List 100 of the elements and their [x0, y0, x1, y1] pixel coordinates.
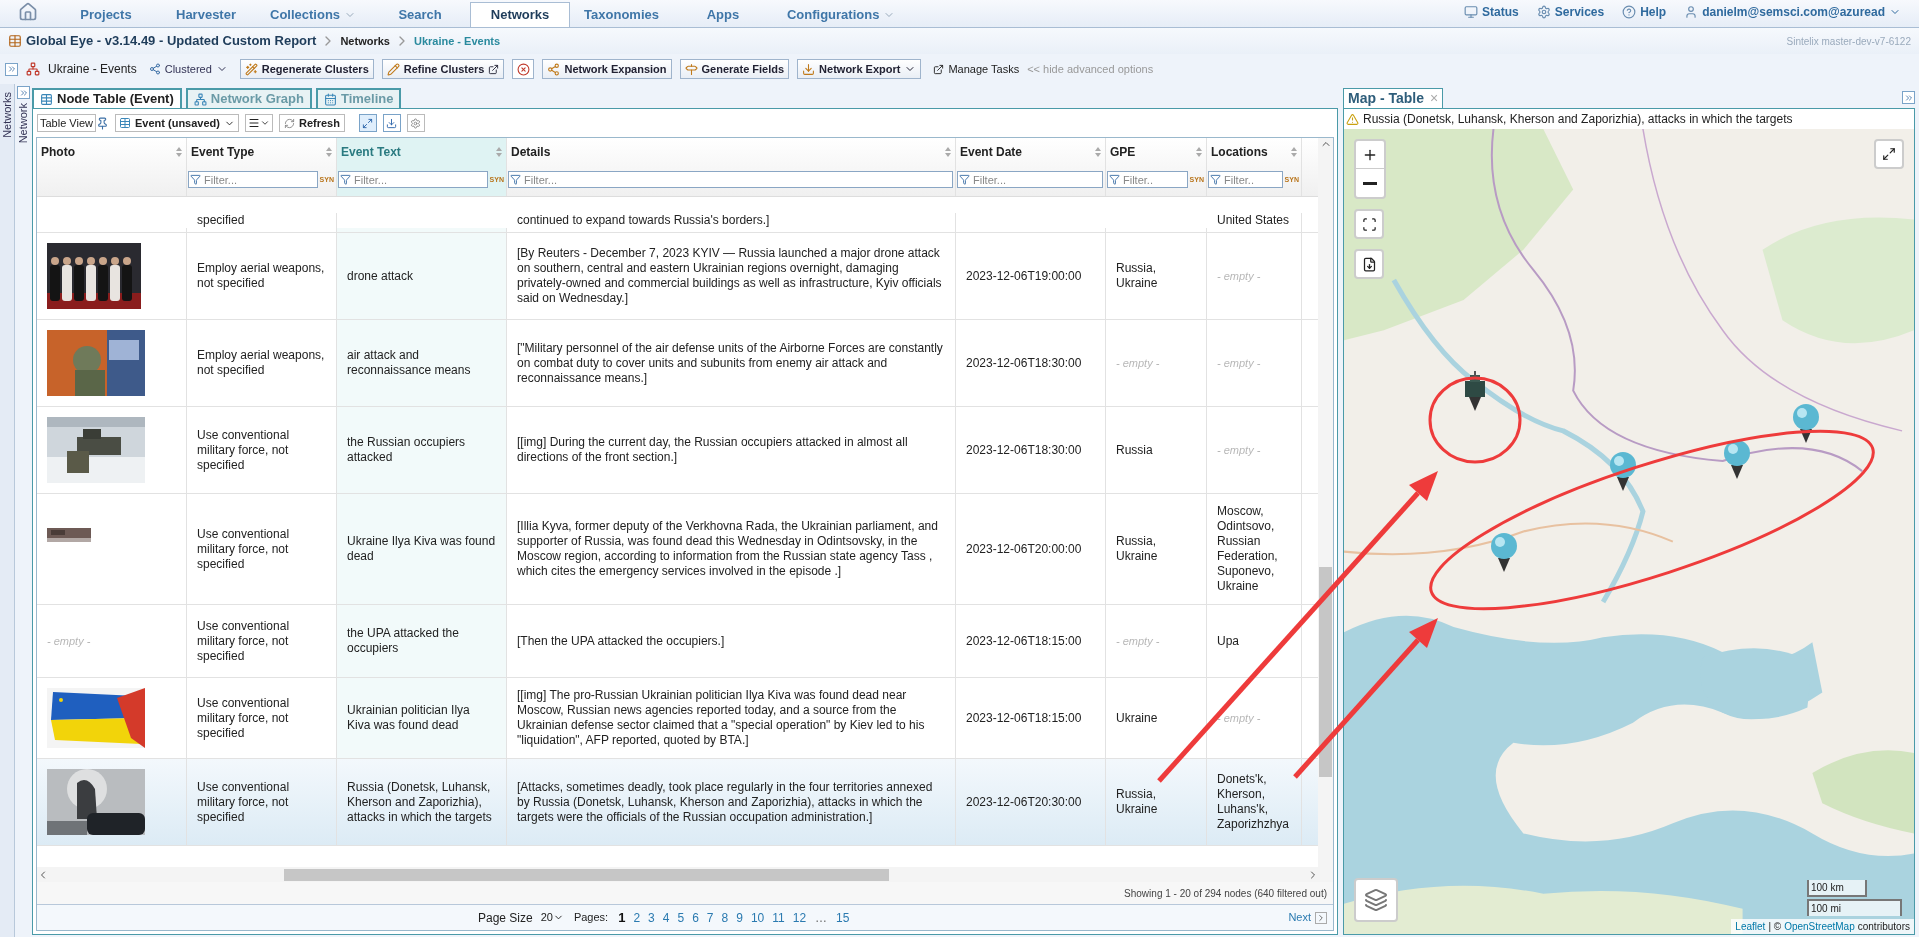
- cell-text: Donets'k, Kherson, Luhans'k, Zaporizhzhya: [1217, 772, 1291, 832]
- filter-field[interactable]: Filter...: [188, 171, 318, 188]
- cell-text: 2023-12-06T18:15:00: [966, 633, 1082, 649]
- cell-text: [Then the UPA attacked the occupiers.]: [517, 633, 725, 649]
- breadcrumb-link[interactable]: Ukraine - Events: [413, 32, 501, 50]
- empty-value: - empty -: [1217, 442, 1261, 458]
- cell-text: Russia: [1116, 442, 1153, 458]
- cell-text: Russia, Ukraine: [1116, 261, 1159, 291]
- toolbar-button[interactable]: Network Expansion: [542, 59, 672, 79]
- empty-value: - empty -: [1116, 633, 1160, 649]
- nav-tab[interactable]: Harvester: [156, 2, 256, 27]
- filter-field[interactable]: Filter..: [1208, 171, 1283, 188]
- map-tab[interactable]: Map - Table ×: [1343, 88, 1444, 108]
- cell-text: Russia (Donetsk, Luhansk, Kherson and Zaporizhia), attacks in which the targets: [347, 779, 493, 825]
- page-link[interactable]: 10: [748, 908, 767, 927]
- column-header[interactable]: Details Filter...: [507, 138, 956, 196]
- header-link[interactable]: Status: [1464, 3, 1519, 21]
- cell-text: Upa: [1217, 633, 1239, 649]
- filter-field[interactable]: Filter...: [338, 171, 488, 188]
- page-link[interactable]: 4: [660, 908, 672, 927]
- mode-dropdown[interactable]: Clustered: [144, 60, 232, 78]
- cell-text: Moscow, Odintsovo, Russian Federation, Suponevo, Ukraine: [1217, 504, 1279, 594]
- column-title: Locations: [1211, 144, 1268, 161]
- page-link[interactable]: 5: [675, 908, 687, 927]
- cell-text: Ukraine Ilya Kiva was found dead: [347, 534, 496, 564]
- header-link[interactable]: Services: [1536, 3, 1605, 21]
- cell-text: Use conventional military force, not specified: [197, 526, 291, 572]
- table-row[interactable]: - empty - Use conventional military force, not specified the UPA attacked the occupiers [Then the UPA attacked the occupiers.] 2023-12-06T18:15:00 - empty - Upa: [37, 605, 1318, 678]
- column-header[interactable]: Event Date Filter...: [956, 138, 1106, 196]
- page-link[interactable]: 6: [690, 908, 701, 927]
- view-tab[interactable]: Timeline: [315, 88, 402, 108]
- leaflet-link[interactable]: Leaflet: [1735, 919, 1766, 934]
- network-name: Ukraine - Events: [48, 61, 137, 78]
- report-title[interactable]: Global Eye - v3.14.49 - Updated Custom Report: [26, 31, 317, 51]
- view-tab[interactable]: Node Table (Event): [32, 88, 182, 108]
- cell-text: specified: [197, 213, 245, 228]
- toolbar-button[interactable]: Regenerate Clusters: [239, 59, 374, 79]
- page-link[interactable]: 1: [616, 907, 628, 928]
- column-title: Details: [511, 144, 551, 161]
- cell-text: drone attack: [347, 268, 414, 284]
- cell-text: [Attacks, sometimes deadly, took place regularly in the four territories annexed by Russia (Donetsk, Luhansk, Kherson and Zaporizhia), attacks in which the targets were the officials of the Russian occupation administration.]: [517, 779, 934, 825]
- filter-field[interactable]: Filter...: [508, 171, 953, 188]
- empty-value: - empty -: [47, 633, 91, 649]
- column-header[interactable]: Photo: [37, 138, 187, 196]
- empty-value: - empty -: [1217, 268, 1261, 284]
- cell-text: [Illia Kyva, former deputy of the Verkhovna Rada, the Ukrainian parliament, and supporter of Russia, was found dead this Wednesday in Odintsovsky, in the Moscow region, according to information from the Russian state agency Tass , which cites the emergency services involved in the episode .]: [517, 519, 939, 579]
- page-link[interactable]: 7: [704, 908, 716, 927]
- header-link[interactable]: Help: [1622, 3, 1667, 21]
- nav-tab[interactable]: Search: [370, 2, 471, 27]
- filter-field[interactable]: Filter...: [957, 171, 1103, 188]
- side-strip-label[interactable]: Network: [15, 103, 32, 144]
- cell-text: 2023-12-06T20:30:00: [966, 794, 1082, 810]
- cell-text: 2023-12-06T18:30:00: [966, 355, 1082, 371]
- breadcrumb-link[interactable]: Networks: [340, 32, 390, 50]
- hide-options-link[interactable]: << hide advanced options: [1027, 60, 1154, 78]
- page-size-dropdown[interactable]: 20: [540, 909, 564, 926]
- page-link[interactable]: 3: [646, 908, 657, 927]
- view-tab[interactable]: Network Graph: [185, 88, 312, 108]
- cell-text: Employ aerial weapons, not specified: [197, 261, 326, 291]
- nav-tab[interactable]: Configurations: [772, 2, 910, 27]
- view-dropdown[interactable]: Event (unsaved): [115, 114, 239, 132]
- column-title: Event Date: [960, 144, 1023, 161]
- openstreetmap-link[interactable]: OpenStreetMap: [1784, 919, 1855, 934]
- column-title: Photo: [41, 144, 75, 161]
- toolbar-button[interactable]: Generate Fields: [679, 59, 790, 79]
- empty-value: - empty -: [1116, 355, 1160, 371]
- cell-text: 2023-12-06T18:15:00: [966, 710, 1082, 726]
- nav-tab[interactable]: Apps: [672, 2, 773, 27]
- nav-tab[interactable]: Projects: [56, 2, 156, 27]
- cell-text: Russia, Ukraine: [1116, 534, 1159, 564]
- side-strip-label[interactable]: Networks: [0, 92, 16, 138]
- page-link[interactable]: 8: [719, 908, 731, 927]
- nav-tab[interactable]: Collections: [256, 2, 371, 27]
- cell-text: 2023-12-06T19:00:00: [966, 268, 1082, 284]
- pages-label: Pages:: [573, 910, 609, 926]
- header-link[interactable]: danielm@semsci.com@azuread: [1684, 3, 1901, 21]
- page-link[interactable]: 2: [631, 908, 643, 927]
- close-icon[interactable]: ×: [1429, 88, 1439, 109]
- nav-tab[interactable]: Networks: [470, 2, 571, 27]
- manage-tasks-link[interactable]: Manage Tasks: [933, 60, 1020, 78]
- scale-label: 100 mi: [1807, 899, 1902, 916]
- empty-value: - empty -: [1217, 355, 1261, 371]
- filter-field[interactable]: Filter..: [1107, 171, 1188, 188]
- page-link[interactable]: 15: [834, 908, 852, 927]
- view-label: Table View: [37, 113, 96, 133]
- column-title: Event Type: [191, 144, 255, 161]
- nav-tab[interactable]: Taxonomies: [570, 2, 673, 27]
- toolbar-button[interactable]: Network Export: [797, 59, 922, 79]
- toolbar-button[interactable]: Refine Clusters: [381, 59, 505, 79]
- table-row[interactable]: specified continued to expand towards Russia's borders.] United States: [37, 197, 1318, 233]
- page-link[interactable]: 12: [790, 908, 809, 927]
- page-link[interactable]: 11: [770, 908, 787, 927]
- next-link[interactable]: Next: [1288, 909, 1311, 926]
- page-link[interactable]: 9: [734, 908, 745, 927]
- refresh-button[interactable]: Refresh: [278, 114, 345, 132]
- column-title: GPE: [1110, 144, 1136, 161]
- cell-text: [[img] During the current day, the Russian occupiers attacked in almost all directions of the front section.]: [517, 435, 909, 465]
- cell-text: ["Military personnel of the air defense units of the Airborne Forces are constantly on combat duty to cover units and subunits from enemy air attack and reconnaissance means.]: [517, 340, 944, 386]
- cell-text: the Russian occupiers attacked: [347, 435, 467, 465]
- page-size-label: Page Size: [477, 909, 533, 927]
